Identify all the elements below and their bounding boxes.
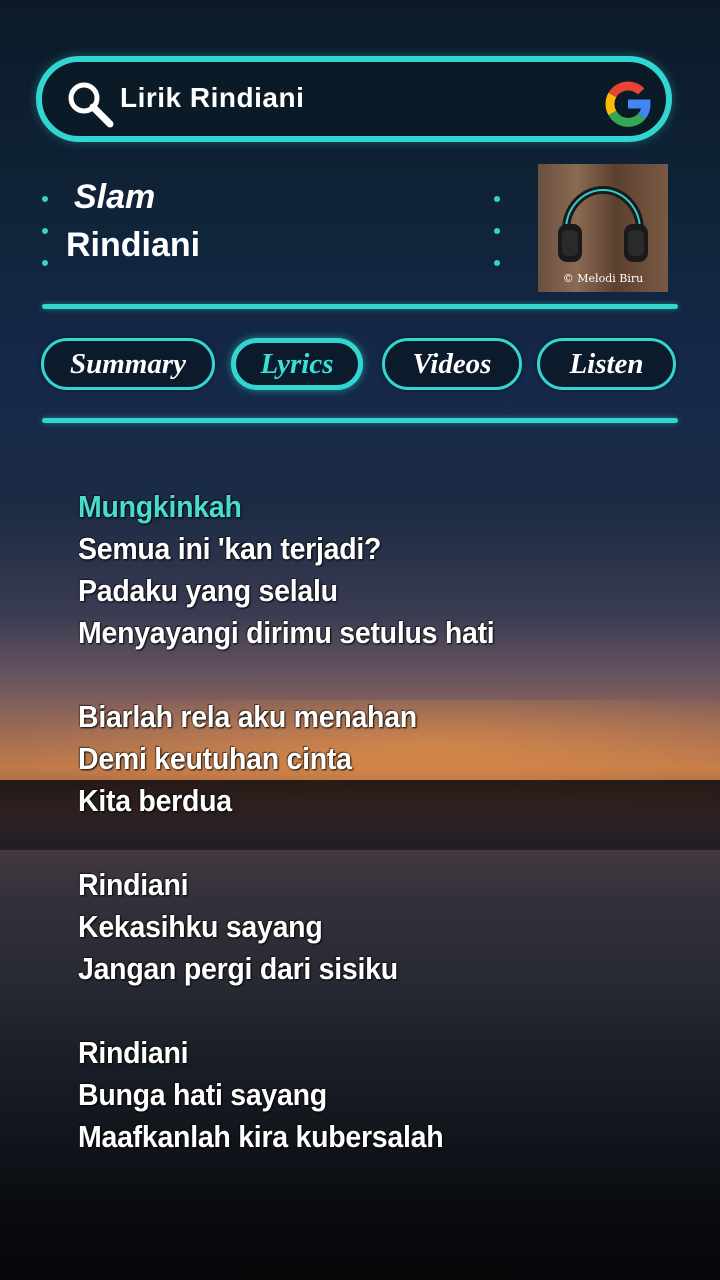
lyric-line: Padaku yang selalu [78, 573, 338, 608]
lyric-stanza: Mungkinkah Semua ini 'kan terjadi? Padak… [78, 486, 630, 654]
lyric-line: Kekasihku sayang [78, 909, 323, 944]
decor-dot [42, 260, 48, 266]
lyric-line-current: Mungkinkah [78, 489, 242, 524]
tab-videos[interactable]: Videos [382, 338, 522, 390]
lyric-line: Demi keutuhan cinta [78, 741, 352, 776]
decor-dot [494, 228, 500, 234]
tab-summary[interactable]: Summary [41, 338, 215, 390]
lyric-line: Rindiani [78, 867, 189, 902]
search-icon[interactable] [62, 76, 118, 132]
song-title: Slam [74, 178, 156, 216]
lyric-line: Menyayangi dirimu setulus hati [78, 615, 495, 650]
decor-dot [494, 196, 500, 202]
lyric-line: Rindiani [78, 1035, 189, 1070]
lyric-stanza: Rindiani Bunga hati sayang Maafkanlah ki… [78, 1032, 630, 1158]
tab-listen[interactable]: Listen [537, 338, 676, 390]
lyric-stanza: Biarlah rela aku menahan Demi keutuhan c… [78, 696, 630, 822]
lyric-line: Bunga hati sayang [78, 1077, 327, 1112]
lyric-line: Jangan pergi dari sisiku [78, 951, 398, 986]
decor-dot [42, 228, 48, 234]
lyric-line: Kita berdua [78, 783, 232, 818]
search-query[interactable]: Lirik Rindiani [120, 82, 304, 114]
tab-lyrics[interactable]: Lyrics [231, 338, 363, 390]
lyric-line: Semua ini 'kan terjadi? [78, 531, 382, 566]
search-bar[interactable]: Lirik Rindiani [36, 56, 672, 142]
moon-icon [446, 254, 454, 262]
lyrics-body: Mungkinkah Semua ini 'kan terjadi? Padak… [78, 486, 630, 1200]
google-icon[interactable] [598, 74, 658, 134]
thumbnail-caption: © Melodi Biru [562, 272, 644, 285]
headphones-icon [558, 186, 648, 262]
divider-top [42, 304, 678, 309]
decor-dot [494, 260, 500, 266]
song-artist: Rindiani [66, 226, 201, 264]
album-thumbnail[interactable]: © Melodi Biru [538, 164, 668, 292]
lyric-line: Biarlah rela aku menahan [78, 699, 417, 734]
lyric-stanza: Rindiani Kekasihku sayang Jangan pergi d… [78, 864, 630, 990]
decor-dot [42, 196, 48, 202]
lyric-line: Maafkanlah kira kubersalah [78, 1119, 444, 1154]
divider-bottom [42, 418, 678, 423]
